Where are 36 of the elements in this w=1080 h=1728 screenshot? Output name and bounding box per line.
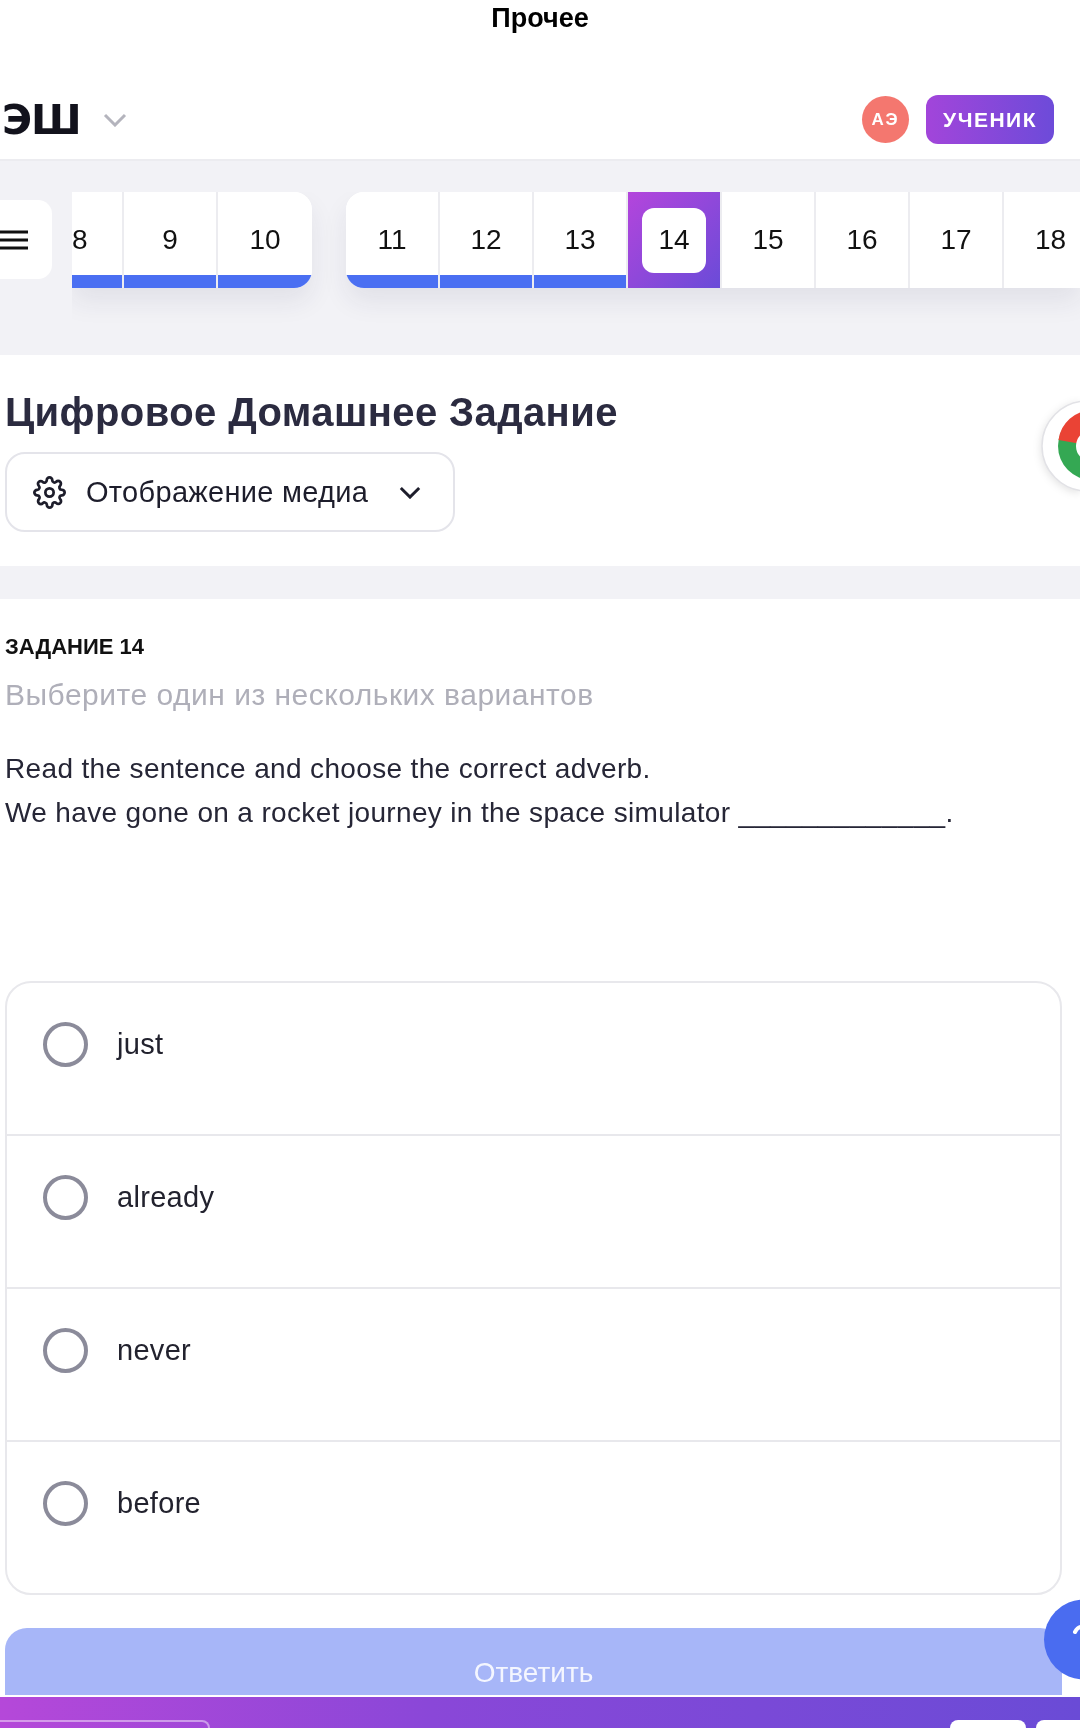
menu-button[interactable] xyxy=(0,200,52,279)
menu-icon xyxy=(0,229,28,250)
role-button[interactable]: УЧЕНИК xyxy=(926,95,1054,144)
radio-button[interactable] xyxy=(43,1481,88,1526)
radio-button[interactable] xyxy=(43,1022,88,1067)
bottom-nav-button[interactable] xyxy=(1036,1720,1080,1728)
settings-icon xyxy=(33,475,66,509)
question-number-tab[interactable]: 17 xyxy=(910,192,1004,288)
assignment-title: Цифровое Домашнее Задание xyxy=(5,389,619,436)
question-number-tab[interactable]: 18 xyxy=(1004,192,1080,288)
page-title: Прочее xyxy=(491,2,589,35)
question-number-tab[interactable]: 13 xyxy=(534,192,628,288)
question-number-tab[interactable]: 11 xyxy=(346,192,440,288)
radio-button[interactable] xyxy=(43,1175,88,1220)
question-number-tab[interactable]: 8 xyxy=(72,192,124,288)
answer-option[interactable]: just xyxy=(7,983,1060,1134)
answer-option[interactable]: before xyxy=(7,1440,1060,1593)
question-number-tab[interactable]: 12 xyxy=(440,192,534,288)
task-number: ЗАДАНИЕ 14 xyxy=(5,633,145,661)
help-icon[interactable] xyxy=(1043,1599,1080,1680)
logo-text: ЭШ xyxy=(2,96,81,143)
question-number-tab[interactable]: 15 xyxy=(722,192,816,288)
radio-button[interactable] xyxy=(43,1328,88,1373)
chevron-down-icon[interactable] xyxy=(102,112,127,127)
question-number-tab[interactable]: 14 xyxy=(628,192,722,288)
media-display-dropdown[interactable]: Отображение медиа xyxy=(5,452,455,532)
question-text: We have gone on a rocket journey in the space simulator _____________. xyxy=(5,796,955,830)
question-text: Read the sentence and choose the correct adverb. xyxy=(5,752,652,786)
bottom-nav-button[interactable] xyxy=(950,1720,1026,1728)
color-wheel-icon[interactable] xyxy=(1040,398,1080,494)
question-number-tab[interactable]: 16 xyxy=(816,192,910,288)
question-number-tab[interactable]: 10 xyxy=(218,192,312,288)
task-instruction: Выберите один из нескольких вариантов xyxy=(5,677,595,713)
answer-option[interactable]: never xyxy=(7,1287,1060,1440)
answer-option[interactable]: already xyxy=(7,1134,1060,1287)
question-number-tab[interactable]: 9 xyxy=(124,192,218,288)
